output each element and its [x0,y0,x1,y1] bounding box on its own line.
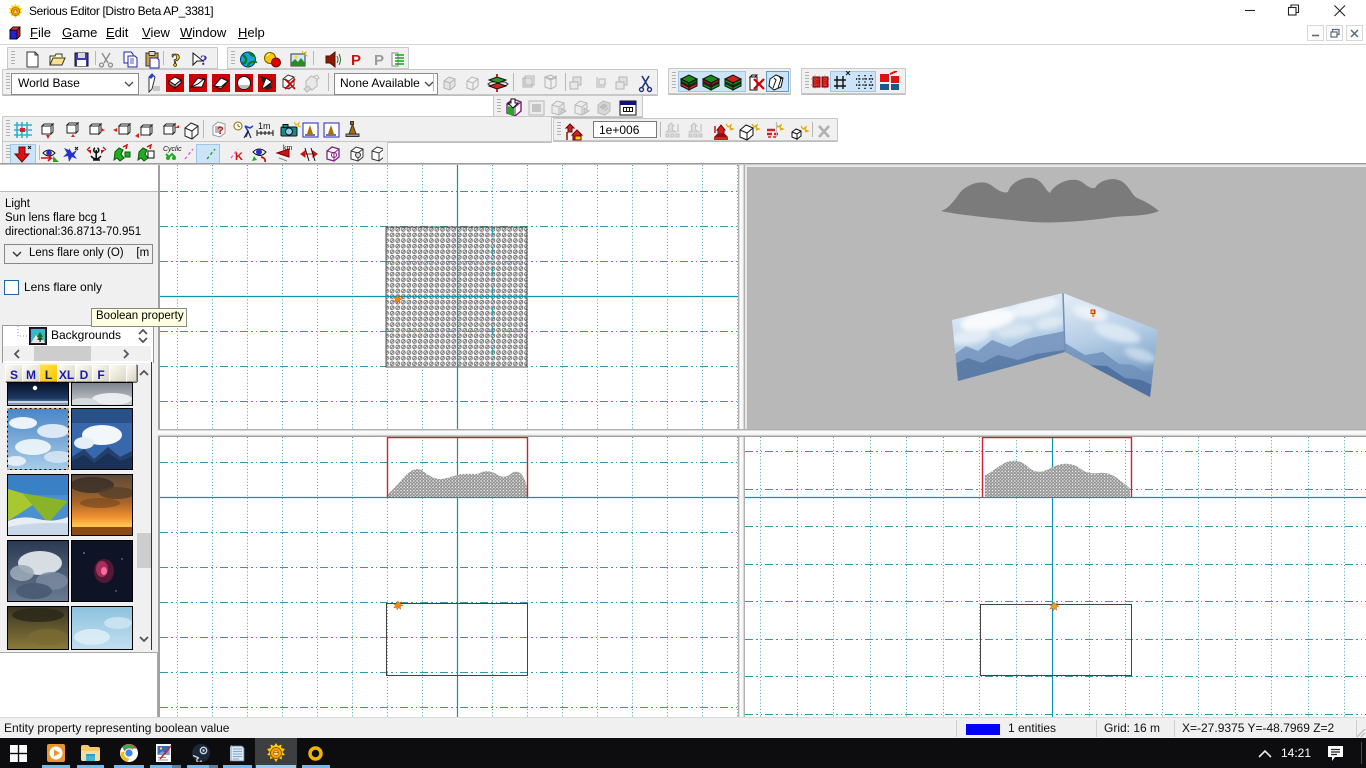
svg-text:?: ? [217,125,224,137]
svg-text:km: km [283,145,293,152]
svg-text:P: P [351,52,361,69]
svg-text:?: ? [200,53,208,69]
svg-text:P: P [374,52,384,69]
svg-text:K: K [235,151,243,163]
svg-text:?: ? [171,51,181,70]
svg-text:Cyclic: Cyclic [163,146,182,153]
svg-text:1m: 1m [258,121,271,131]
